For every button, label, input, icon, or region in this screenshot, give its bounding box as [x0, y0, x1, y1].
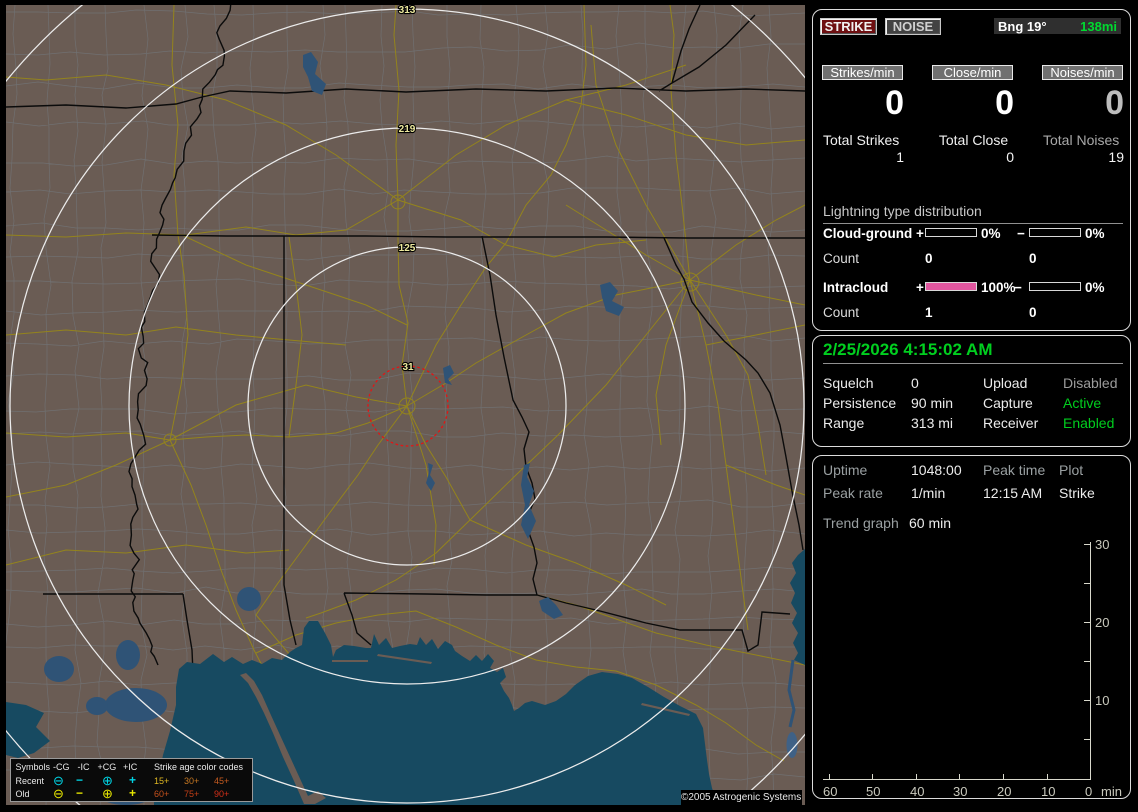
svg-text:60: 60: [823, 784, 837, 799]
svg-text:min: min: [1101, 784, 1122, 799]
svg-text:219: 219: [399, 124, 416, 135]
svg-text:40: 40: [910, 784, 924, 799]
svg-text:0: 0: [1085, 784, 1092, 799]
svg-text:313: 313: [399, 5, 416, 16]
svg-text:10: 10: [1095, 693, 1109, 708]
svg-text:10: 10: [1041, 784, 1055, 799]
svg-text:31: 31: [402, 362, 414, 373]
svg-text:20: 20: [997, 784, 1011, 799]
svg-text:30: 30: [1095, 537, 1109, 552]
svg-text:50: 50: [866, 784, 880, 799]
svg-text:20: 20: [1095, 615, 1109, 630]
svg-text:125: 125: [399, 243, 416, 254]
svg-text:30: 30: [953, 784, 967, 799]
